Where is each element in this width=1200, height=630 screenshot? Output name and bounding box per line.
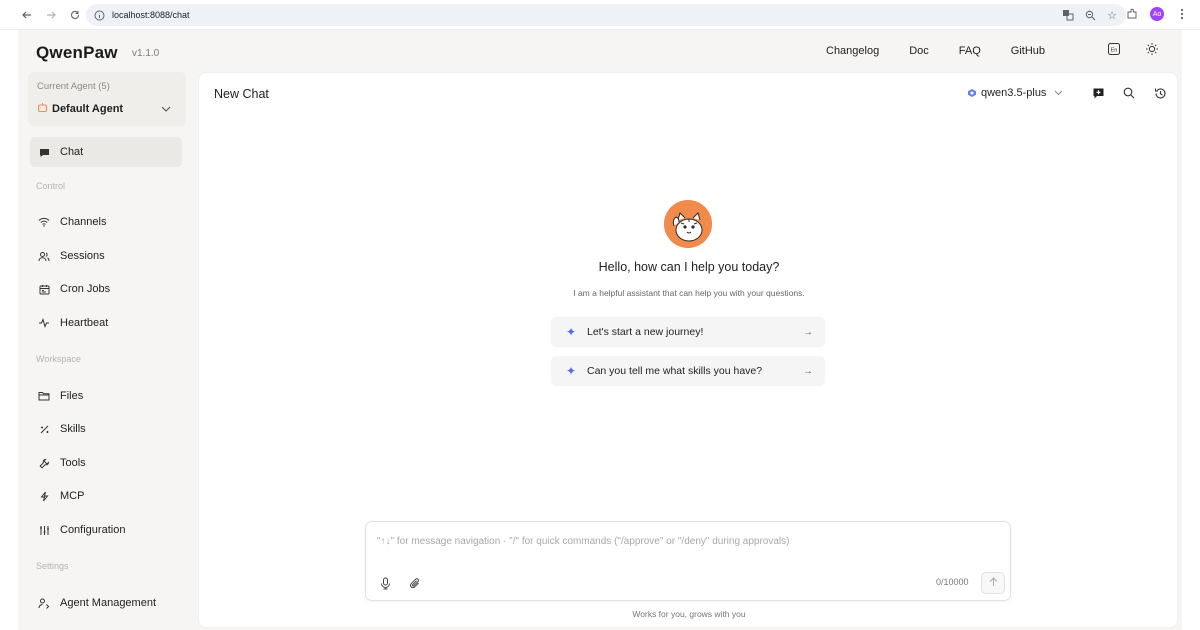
url-text[interactable]: localhost:8088/chat: [112, 10, 190, 20]
send-button[interactable]: [981, 572, 1005, 594]
top-nav: Changelog Doc FAQ GitHub: [826, 45, 1075, 57]
agent-name: Default Agent: [52, 103, 124, 115]
assistant-avatar: [664, 200, 712, 248]
sparkle-icon: ✦: [565, 325, 577, 339]
browser-toolbar: localhost:8088/chat ☆ Ao: [0, 0, 1200, 30]
wifi-icon: [38, 216, 50, 228]
wand-icon: [38, 423, 50, 435]
pulse-icon: [38, 317, 50, 329]
extensions-icon[interactable]: [1124, 6, 1140, 22]
new-chat-icon[interactable]: [1091, 86, 1105, 100]
footer-tagline: Works for you, grows with you: [632, 609, 746, 619]
user-settings-icon: [38, 597, 50, 609]
suggested-prompt[interactable]: ✦ Let's start a new journey! →: [551, 317, 825, 347]
sidebar-item-label: MCP: [60, 490, 85, 502]
app-header: QwenPaw v1.1.0 Changelog Doc FAQ GitHub …: [18, 30, 1182, 72]
agent-icon: [37, 100, 48, 118]
message-input[interactable]: [377, 534, 997, 548]
section-control: Control: [36, 181, 66, 191]
section-settings: Settings: [36, 561, 69, 571]
sidebar-item-label: Skills: [60, 423, 86, 435]
model-selector[interactable]: qwen3.5-plus: [967, 87, 1063, 99]
sparkle-icon: ✦: [565, 364, 577, 378]
agent-label: Current Agent (5): [37, 81, 110, 92]
sidebar-item-label: Cron Jobs: [60, 283, 111, 295]
forward-icon[interactable]: [42, 6, 60, 24]
model-logo-icon: [967, 88, 977, 98]
search-icon[interactable]: [1122, 86, 1136, 100]
arrow-right-icon: →: [803, 326, 813, 338]
nav-changelog[interactable]: Changelog: [826, 45, 879, 57]
calendar-icon: [38, 283, 50, 295]
welcome-title: Hello, how can I help you today?: [598, 260, 780, 274]
sidebar-item-label: Heartbeat: [60, 317, 109, 329]
sidebar-item-label: Channels: [60, 216, 107, 228]
plug-icon: [38, 490, 50, 502]
section-workspace: Workspace: [36, 354, 81, 364]
sidebar-item-tools[interactable]: Tools: [30, 448, 182, 478]
prompt-text: Can you tell me what skills you have?: [587, 365, 763, 377]
version-label: v1.1.0: [132, 48, 160, 59]
sidebar-item-label: Configuration: [60, 524, 126, 536]
app-frame: QwenPaw v1.1.0 Changelog Doc FAQ GitHub …: [18, 30, 1182, 630]
chevron-down-icon: [1054, 90, 1063, 96]
profile-avatar[interactable]: Ao: [1150, 7, 1164, 21]
folder-icon: [38, 390, 50, 402]
sidebar-item-label: Files: [60, 390, 84, 402]
sidebar-item-skills[interactable]: Skills: [30, 414, 182, 444]
address-bar[interactable]: localhost:8088/chat ☆: [86, 4, 1126, 26]
history-icon[interactable]: [1153, 86, 1167, 100]
sidebar-item-sessions[interactable]: Sessions: [30, 241, 182, 271]
sidebar-item-label: Tools: [60, 457, 86, 469]
back-icon[interactable]: [18, 6, 36, 24]
arrow-up-icon: [989, 576, 998, 590]
site-info-icon[interactable]: [92, 8, 106, 22]
chat-panel: New Chat qwen3.5-plus Hello, how can I h…: [198, 72, 1178, 628]
sliders-icon: [38, 524, 50, 536]
agent-selector[interactable]: Current Agent (5) Default Agent: [28, 72, 186, 126]
attachment-icon[interactable]: [408, 576, 422, 590]
message-composer: 0/10000: [365, 521, 1011, 601]
browser-menu-icon[interactable]: [1174, 6, 1190, 22]
users-icon: [38, 250, 50, 262]
suggested-prompt[interactable]: ✦ Can you tell me what skills you have? …: [551, 356, 825, 386]
sidebar-item-channels[interactable]: Channels: [30, 207, 182, 237]
page-title: New Chat: [214, 87, 269, 101]
arrow-right-icon: →: [803, 365, 813, 377]
theme-sun-icon[interactable]: [1144, 41, 1160, 57]
nav-github[interactable]: GitHub: [1011, 45, 1045, 57]
zoom-icon[interactable]: [1082, 7, 1098, 23]
sidebar-item-mcp[interactable]: MCP: [30, 481, 182, 511]
nav-doc[interactable]: Doc: [909, 45, 929, 57]
logo[interactable]: QwenPaw: [36, 43, 118, 63]
sidebar-item-configuration[interactable]: Configuration: [30, 515, 182, 545]
chat-bubble-icon: [38, 146, 50, 158]
microphone-icon[interactable]: [378, 576, 392, 590]
sidebar-item-chat[interactable]: Chat: [30, 137, 182, 167]
sidebar: Current Agent (5) Default Agent Chat Con…: [18, 72, 196, 630]
reload-icon[interactable]: [66, 6, 84, 24]
language-icon[interactable]: En: [1106, 41, 1122, 57]
prompt-text: Let's start a new journey!: [587, 326, 704, 338]
nav-faq[interactable]: FAQ: [959, 45, 981, 57]
sidebar-item-agent-management[interactable]: Agent Management: [30, 588, 182, 618]
sidebar-item-label: Sessions: [60, 250, 105, 262]
model-name: qwen3.5-plus: [981, 87, 1047, 99]
sidebar-item-heartbeat[interactable]: Heartbeat: [30, 308, 182, 338]
char-count: 0/10000: [936, 577, 969, 587]
translate-icon[interactable]: [1060, 7, 1076, 23]
chevron-down-icon[interactable]: [161, 106, 171, 112]
sidebar-item-label: Chat: [60, 146, 84, 158]
svg-text:En: En: [1111, 48, 1118, 54]
welcome-subtitle: I am a helpful assistant that can help y…: [573, 288, 805, 298]
bookmark-star-icon[interactable]: ☆: [1104, 7, 1120, 23]
sidebar-item-cron-jobs[interactable]: Cron Jobs: [30, 274, 182, 304]
sidebar-item-label: Agent Management: [60, 597, 157, 609]
wrench-icon: [38, 457, 50, 469]
sidebar-item-files[interactable]: Files: [30, 381, 182, 411]
